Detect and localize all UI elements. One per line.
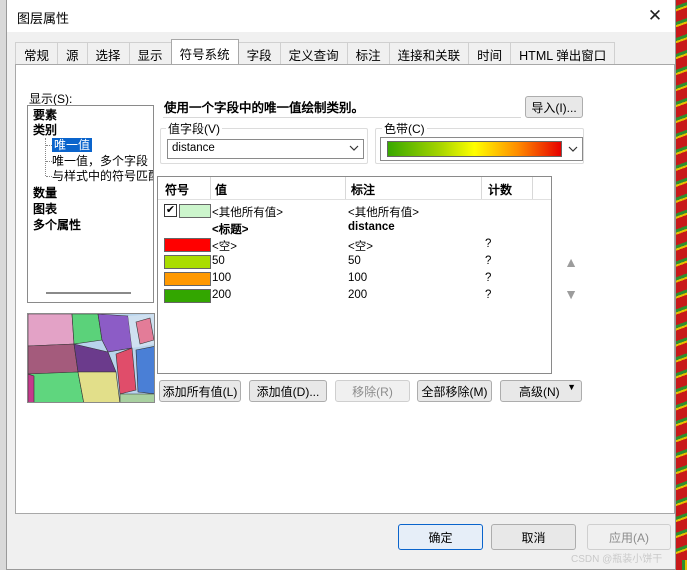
add-all-values-button[interactable]: 添加所有值(L) [159, 380, 241, 402]
symbol-swatch[interactable] [164, 238, 211, 252]
tab-display[interactable]: 显示 [128, 42, 172, 64]
symbol-swatch[interactable] [164, 289, 211, 303]
value-field-value: distance [172, 142, 215, 154]
cell-label: distance [348, 221, 395, 233]
table-row[interactable]: 200 200 ? [158, 288, 551, 305]
cell-label: 50 [348, 255, 361, 267]
cell-value: <空> [212, 241, 237, 253]
dropdown-arrow-icon: ▼ [567, 382, 576, 392]
remove-button[interactable]: 移除(R) [335, 380, 410, 402]
table-row[interactable]: 100 100 ? [158, 271, 551, 288]
color-ramp-preview [387, 141, 562, 157]
cell-count: ? [485, 238, 492, 250]
color-ramp-label: 色带(C) [382, 120, 427, 137]
move-down-icon[interactable]: ▼ [562, 285, 580, 303]
table-row[interactable]: <空> <空> ? [158, 237, 551, 254]
cell-value: <标题> [212, 224, 249, 236]
tab-symbology[interactable]: 符号系统 [170, 39, 239, 64]
apply-button[interactable]: 应用(A) [587, 524, 671, 550]
header-value[interactable]: 值 [215, 181, 227, 198]
tab-time[interactable]: 时间 [468, 42, 512, 64]
renderer-preview-image [27, 313, 155, 403]
cell-count: ? [485, 289, 492, 301]
move-up-icon[interactable]: ▲ [562, 253, 580, 271]
tab-source[interactable]: 源 [57, 42, 88, 64]
header-symbol[interactable]: 符号 [165, 181, 189, 198]
tree-item-unique-values[interactable]: 唯一值 [52, 138, 93, 152]
tab-fields[interactable]: 字段 [237, 42, 281, 64]
tab-selection[interactable]: 选择 [86, 42, 130, 64]
cell-count: ? [485, 272, 492, 284]
value-field-select[interactable]: distance [167, 139, 364, 159]
table-row[interactable]: 50 50 ? [158, 254, 551, 271]
tree-item-unique-values-many-fields[interactable]: 唯一值，多个字段 [52, 154, 148, 169]
cell-value: 200 [212, 289, 232, 301]
tab-general[interactable]: 常规 [15, 42, 59, 64]
tab-joins-relates[interactable]: 连接和关联 [388, 42, 470, 64]
watermark-text: CSDN @瓶装小饼干 [571, 554, 663, 565]
cell-label: 200 [348, 289, 368, 301]
all-other-values-checkbox[interactable]: ✔ [164, 204, 177, 217]
add-values-button[interactable]: 添加值(D)... [249, 380, 327, 402]
value-field-label: 值字段(V) [166, 120, 222, 137]
cell-label: <空> [348, 241, 373, 253]
import-button[interactable]: 导入(I)... [525, 96, 583, 118]
cell-count: ? [485, 255, 492, 267]
unique-values-table: 符号 值 标注 计数 ✔ <其他所有值> <其他所有值> <标题> distan… [157, 176, 552, 374]
cell-value: 50 [212, 255, 225, 267]
chevron-down-icon [349, 145, 359, 151]
tree-item-categories[interactable]: 类别 [33, 123, 57, 138]
close-icon[interactable]: ✕ [635, 0, 675, 32]
tree-item-match-to-style[interactable]: 与样式中的符号匹配 [52, 169, 153, 184]
color-ramp-group: 色带(C) [375, 120, 584, 164]
tree-item-multiple-attributes[interactable]: 多个属性 [33, 218, 81, 233]
table-row-heading[interactable]: <标题> distance [158, 220, 551, 237]
ok-button[interactable]: 确定 [398, 524, 483, 550]
cell-value: <其他所有值> [212, 207, 283, 219]
background-map [675, 0, 687, 570]
table-header: 符号 值 标注 计数 [158, 177, 551, 200]
symbol-swatch[interactable] [164, 255, 211, 269]
tree-horizontal-scrollbar[interactable] [30, 286, 151, 300]
layer-properties-dialog: 图层属性 ✕ 常规 源 选择 显示 符号系统 字段 定义查询 标注 连接和关联 … [6, 0, 676, 570]
color-ramp-select[interactable] [380, 137, 583, 161]
tree-item-charts[interactable]: 图表 [33, 202, 57, 217]
advanced-button[interactable]: 高级(N) ▼ [500, 380, 582, 402]
tree-item-features[interactable]: 要素 [33, 108, 57, 123]
tab-strip: 常规 源 选择 显示 符号系统 字段 定义查询 标注 连接和关联 时间 HTML… [15, 39, 616, 64]
advanced-button-label: 高级(N) [519, 384, 560, 399]
cancel-button[interactable]: 取消 [491, 524, 576, 550]
cell-label: 100 [348, 272, 368, 284]
header-label[interactable]: 标注 [351, 181, 375, 198]
dialog-title: 图层属性 [17, 11, 70, 26]
tab-html-popup[interactable]: HTML 弹出窗口 [510, 42, 616, 64]
title-bar: 图层属性 ✕ [7, 0, 675, 32]
chevron-down-icon [568, 146, 578, 152]
tab-labels[interactable]: 标注 [346, 42, 390, 64]
renderer-description: 使用一个字段中的唯一值绘制类别。 [163, 97, 521, 118]
table-row-all-other[interactable]: ✔ <其他所有值> <其他所有值> [158, 203, 551, 220]
cell-value: 100 [212, 272, 232, 284]
scrollbar-thumb[interactable] [46, 292, 131, 294]
remove-all-button[interactable]: 全部移除(M) [417, 380, 492, 402]
header-count[interactable]: 计数 [488, 181, 512, 198]
value-field-group: 值字段(V) distance [160, 120, 368, 164]
cell-label: <其他所有值> [348, 207, 419, 219]
tree-item-quantities[interactable]: 数量 [33, 186, 57, 201]
renderer-tree: 要素 类别 唯一值 唯一值，多个字段 与样式中的符号匹配 数量 图表 多个属性 [27, 105, 154, 303]
tab-definition-query[interactable]: 定义查询 [279, 42, 348, 64]
symbology-panel: 显示(S): 要素 类别 唯一值 唯一值，多个字段 与样式中的符号匹配 数量 图… [15, 64, 675, 514]
symbol-swatch[interactable] [164, 272, 211, 286]
symbol-swatch[interactable] [179, 204, 211, 218]
